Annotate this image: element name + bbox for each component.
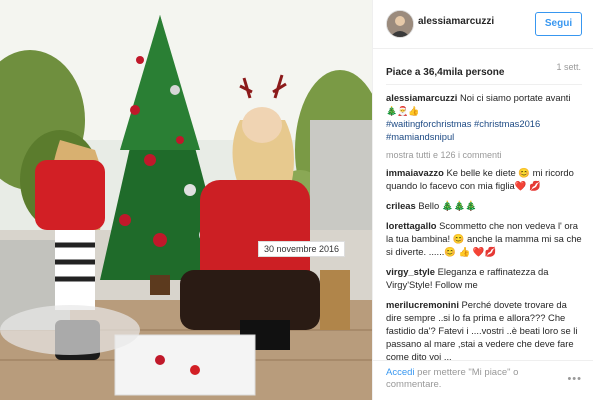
follow-button[interactable]: Segui <box>535 12 582 36</box>
photo-date-tag: 30 novembre 2016 <box>258 241 346 257</box>
comment-item: virgy_style Eleganza e raffinatezza da V… <box>386 265 582 291</box>
comment-username[interactable]: lorettagallo <box>386 220 437 231</box>
comment-username[interactable]: crileas <box>386 200 416 211</box>
header-username[interactable]: alessiamarcuzzi <box>418 16 494 27</box>
comment-item: crileas Bello 🎄🎄🎄 <box>386 199 582 212</box>
login-prompt: Accedi per mettere "Mi piace" o commenta… <box>386 367 546 391</box>
likes-row: Piace a 36,4mila persone 1 sett. <box>386 62 581 78</box>
caption: alessiamarcuzzi Noi ci siamo portate ava… <box>386 91 582 143</box>
post-header: alessiamarcuzzi Segui <box>373 0 593 49</box>
christmas-scene-image <box>0 0 372 400</box>
post-sidebar: alessiamarcuzzi Segui Piace a 36,4mila p… <box>372 0 593 400</box>
post-photo: 30 novembre 2016 <box>0 0 372 400</box>
comment-item: immaiavazzo Ke belle ke diete 😊 mi ricor… <box>386 166 582 192</box>
likes-count[interactable]: Piace a 36,4mila persone <box>386 67 504 78</box>
comment-text: Bello 🎄🎄🎄 <box>418 200 477 211</box>
login-link[interactable]: Accedi <box>386 367 415 378</box>
post-age[interactable]: 1 sett. <box>556 62 581 72</box>
comment-item: lorettagallo Scommetto che non vedeva l'… <box>386 219 582 258</box>
comment-username[interactable]: merilucremonini <box>386 299 459 310</box>
caption-text: Noi ci siamo portate avanti <box>460 92 571 103</box>
comment-username[interactable]: virgy_style <box>386 266 435 277</box>
avatar[interactable] <box>386 10 414 38</box>
comments-list: alessiamarcuzzi Noi ci siamo portate ava… <box>386 84 582 377</box>
comment-item: merilucremonini Perché dovete trovare da… <box>386 298 582 363</box>
avatar-image <box>387 11 413 37</box>
caption-username[interactable]: alessiamarcuzzi <box>386 92 457 103</box>
caption-hashtags[interactable]: #waitingforchristmas #christmas2016 #mam… <box>386 118 540 142</box>
login-footer: Accedi per mettere "Mi piace" o commenta… <box>373 360 593 401</box>
caption-emoji: 🎄🎅👍 <box>386 106 420 116</box>
show-all-comments-link[interactable]: mostra tutti e 126 i commenti <box>386 150 582 160</box>
more-options-icon[interactable]: ••• <box>567 373 582 385</box>
comment-username[interactable]: immaiavazzo <box>386 167 444 178</box>
